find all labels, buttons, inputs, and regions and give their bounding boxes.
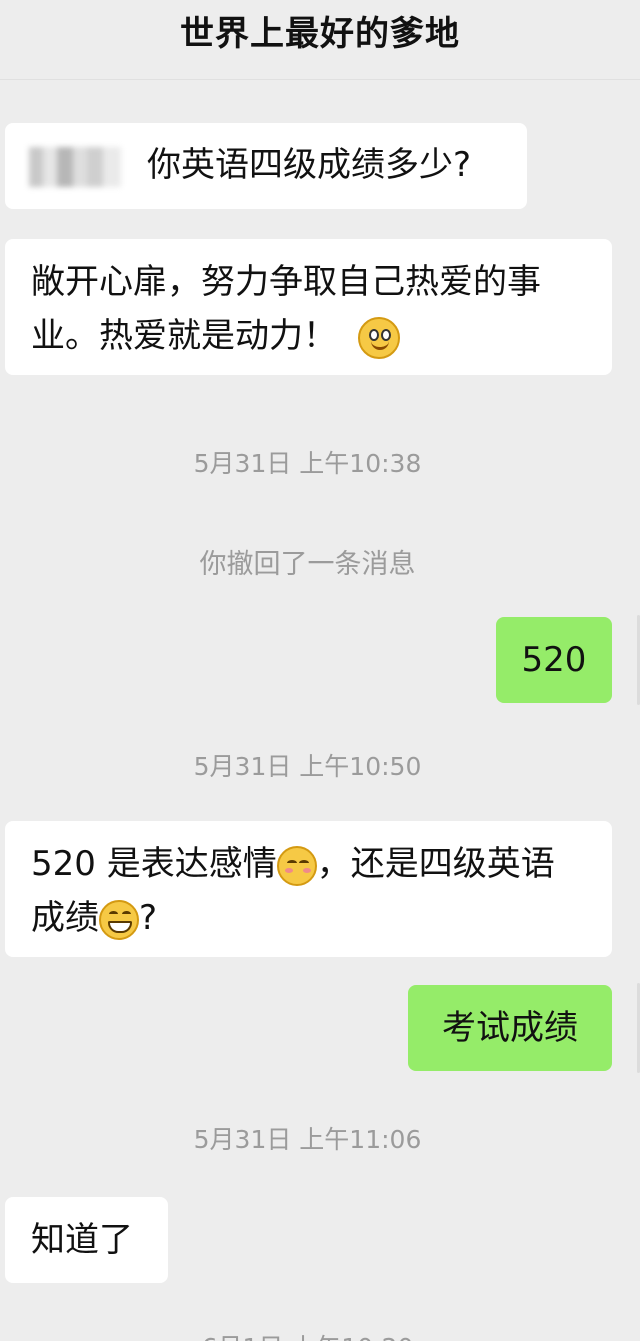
message-text-line: 520 是表达感情 ，还是四级英语	[31, 844, 555, 886]
shy-emoji-icon	[276, 845, 317, 886]
timestamp: 5月31日 上午10:50	[193, 752, 422, 781]
chat-title: 世界上最好的爹地	[180, 14, 460, 54]
timestamp: 5月31日 上午10:38	[193, 449, 422, 478]
chat-header: 世界上最好的爹地	[0, 0, 640, 80]
message-text: 你英语四级成绩多少?	[147, 145, 472, 185]
message-bubble-outgoing[interactable]: 520	[496, 617, 612, 703]
message-text-line: 成绩 ?	[31, 898, 158, 940]
smile-emoji-icon	[357, 316, 400, 359]
message-bubble-incoming[interactable]: 敞开心扉，努力争取自己热爱的事 业。热爱就是动力！	[5, 239, 612, 375]
message-bubble-incoming[interactable]: 知道了	[5, 1197, 168, 1283]
grin-emoji-icon	[99, 899, 139, 940]
timestamp: 5月31日 上午11:06	[193, 1125, 422, 1154]
message-bubble-outgoing[interactable]: 考试成绩	[408, 985, 612, 1071]
message-text-line: 敞开心扉，努力争取自己热爱的事	[31, 262, 541, 302]
message-bubble-incoming[interactable]: 520 是表达感情 ，还是四级英语 成绩 ?	[5, 821, 612, 957]
message-bubble-incoming[interactable]: 你英语四级成绩多少?	[5, 123, 527, 209]
message-text-line: 业。热爱就是动力！	[31, 309, 612, 363]
message-text: 知道了	[31, 1220, 133, 1260]
redacted-name	[29, 146, 121, 187]
message-text: 考试成绩	[442, 1008, 578, 1048]
recall-notice: 你撤回了一条消息	[199, 549, 416, 580]
message-text: 520	[521, 640, 587, 680]
timestamp-partial: 6月1日 上午10:20	[0, 1328, 615, 1341]
